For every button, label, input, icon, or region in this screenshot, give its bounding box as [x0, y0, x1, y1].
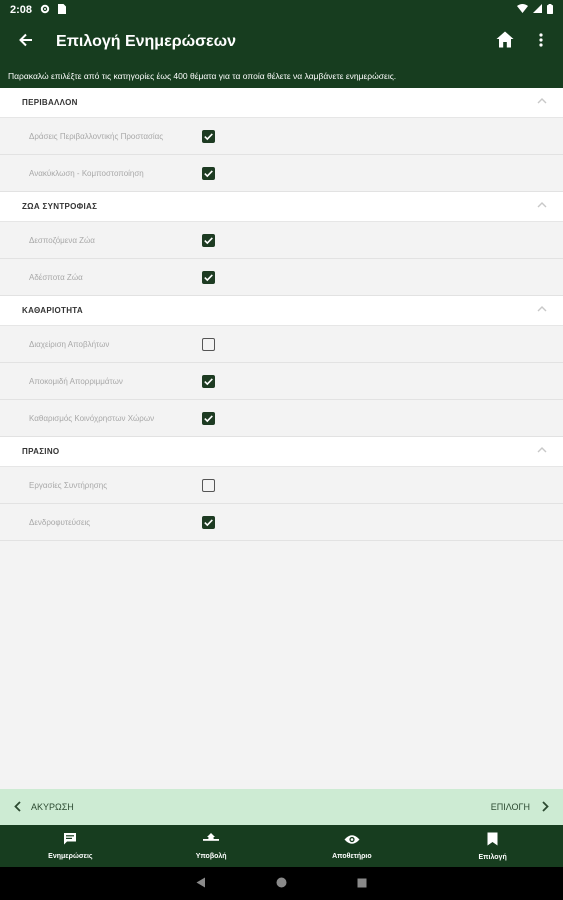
list-item[interactable]: Αποκομιδή Απορριμμάτων	[0, 363, 563, 400]
back-button[interactable]	[0, 20, 52, 64]
clock: 2:08	[10, 4, 33, 16]
tab-updates[interactable]: Ενημερώσεις	[0, 825, 141, 867]
list-item[interactable]: Καθαρισμός Κοινόχρηστων Χώρων	[0, 400, 563, 437]
checkbox-checked[interactable]	[202, 412, 215, 425]
item-label: Εργασίες Συντήρησης	[29, 480, 108, 490]
section-title: ΚΑΘΑΡΙΟΤΗΤΑ	[22, 306, 83, 315]
section-title: ΖΩΑ ΣΥΝΤΡΟΦΙΑΣ	[22, 202, 98, 211]
home-button[interactable]	[489, 20, 521, 64]
back-arrow-icon	[19, 33, 33, 52]
message-icon	[63, 832, 77, 850]
list-item[interactable]: Εργασίες Συντήρησης	[0, 467, 563, 504]
item-label: Δενδροφυτεύσεις	[29, 517, 91, 527]
overflow-menu-button[interactable]	[525, 20, 557, 64]
select-label: ΕΠΙΛΟΓΗ	[490, 802, 530, 812]
item-label: Αδέσποτα Ζώα	[29, 272, 83, 282]
home-icon	[496, 31, 514, 53]
tab-submit[interactable]: Υποβολή	[141, 825, 282, 867]
battery-icon	[547, 3, 553, 17]
category-list: ΠΕΡΙΒΑΛΛΟΝ Δράσεις Περιβαλλοντικής Προστα…	[0, 88, 563, 541]
checkbox-unchecked[interactable]	[202, 338, 215, 351]
home-circle-icon[interactable]	[276, 875, 287, 893]
tab-label: Υποβολή	[195, 853, 227, 860]
chevron-up-icon[interactable]	[537, 446, 547, 455]
list-item[interactable]: Δράσεις Περιβαλλοντικής Προστασίας	[0, 118, 563, 155]
list-item[interactable]: Διαχείριση Αποβλήτων	[0, 326, 563, 363]
checkbox-checked[interactable]	[202, 167, 215, 180]
item-label: Καθαρισμός Κοινόχρηστων Χώρων	[29, 413, 155, 423]
item-label: Ανακύκλωση - Κομποστοποίηση	[29, 168, 144, 178]
status-bar: 2:08	[0, 0, 563, 20]
item-label: Αποκομιδή Απορριμμάτων	[29, 376, 123, 386]
bookmark-icon	[487, 832, 498, 851]
submit-icon	[203, 832, 220, 850]
tab-label: Επιλογή	[478, 853, 507, 861]
tab-label: Αποθετήριο	[332, 853, 372, 860]
action-bar: ΑΚΥΡΩΣΗ ΕΠΙΛΟΓΗ	[0, 789, 563, 825]
cancel-button[interactable]: ΑΚΥΡΩΣΗ	[0, 800, 74, 814]
chevron-right-icon	[542, 800, 549, 814]
list-item[interactable]: Δεσποζόμενα Ζώα	[0, 222, 563, 259]
checkbox-checked[interactable]	[202, 516, 215, 529]
tab-label: Ενημερώσεις	[48, 853, 93, 860]
section-title: ΠΡΑΣΙΝΟ	[22, 447, 60, 456]
gear-icon	[40, 4, 50, 17]
item-label: Δράσεις Περιβαλλοντικής Προστασίας	[29, 131, 164, 141]
eye-icon	[344, 832, 360, 850]
instructions-text: Παρακαλώ επιλέξτε από τις κατηγορίες έως…	[0, 64, 563, 88]
section-header[interactable]: ΚΑΘΑΡΙΟΤΗΤΑ	[0, 296, 563, 326]
section-header[interactable]: ΠΕΡΙΒΑΛΛΟΝ	[0, 88, 563, 118]
app-bar: Επιλογή Ενημερώσεων	[0, 20, 563, 64]
checkbox-checked[interactable]	[202, 375, 215, 388]
checkbox-checked[interactable]	[202, 271, 215, 284]
checkbox-checked[interactable]	[202, 234, 215, 247]
list-item[interactable]: Δενδροφυτεύσεις	[0, 504, 563, 541]
tab-selection[interactable]: Επιλογή	[422, 825, 563, 867]
chevron-left-icon	[14, 800, 21, 814]
bottom-navigation: Ενημερώσεις Υποβολή Αποθετήριο Επιλογή	[0, 825, 563, 867]
chevron-up-icon[interactable]	[537, 201, 547, 210]
item-label: Δεσποζόμενα Ζώα	[29, 235, 95, 245]
cancel-label: ΑΚΥΡΩΣΗ	[31, 802, 74, 812]
recents-square-icon[interactable]	[357, 875, 367, 893]
system-navigation-bar	[0, 867, 563, 900]
item-label: Διαχείριση Αποβλήτων	[29, 339, 110, 349]
chevron-up-icon[interactable]	[537, 305, 547, 314]
section-header[interactable]: ΠΡΑΣΙΝΟ	[0, 437, 563, 467]
select-button[interactable]: ΕΠΙΛΟΓΗ	[490, 800, 563, 814]
back-triangle-icon[interactable]	[196, 875, 206, 893]
checkbox-unchecked[interactable]	[202, 479, 215, 492]
section-header[interactable]: ΖΩΑ ΣΥΝΤΡΟΦΙΑΣ	[0, 192, 563, 222]
tab-repository[interactable]: Αποθετήριο	[282, 825, 423, 867]
list-item[interactable]: Ανακύκλωση - Κομποστοποίηση	[0, 155, 563, 192]
more-vert-icon	[539, 32, 543, 52]
list-item[interactable]: Αδέσποτα Ζώα	[0, 259, 563, 296]
page-title: Επιλογή Ενημερώσεων	[56, 33, 237, 50]
wifi-icon	[517, 4, 528, 16]
chevron-up-icon[interactable]	[537, 97, 547, 106]
signal-icon	[533, 4, 542, 16]
section-title: ΠΕΡΙΒΑΛΛΟΝ	[22, 98, 78, 107]
checkbox-checked[interactable]	[202, 130, 215, 143]
sim-card-icon	[58, 3, 67, 17]
